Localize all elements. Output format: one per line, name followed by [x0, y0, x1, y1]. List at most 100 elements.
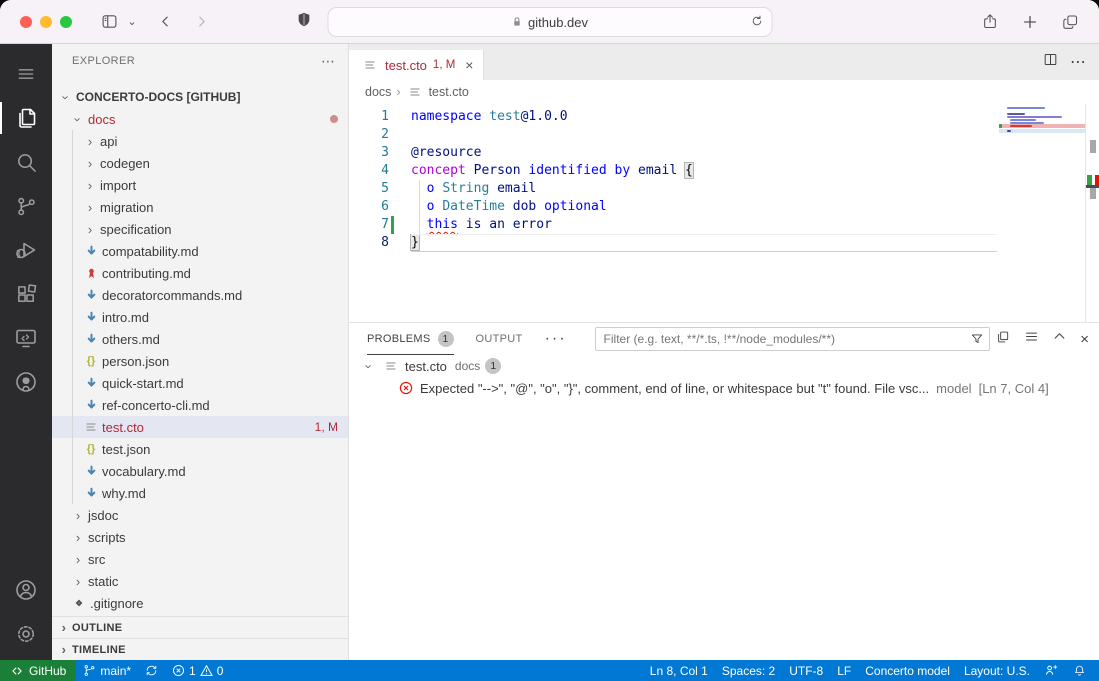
tree-item-vocabulary-md[interactable]: vocabulary.md: [52, 460, 348, 482]
close-window-button[interactable]: [20, 16, 32, 28]
activity-run-debug-icon[interactable]: [0, 228, 52, 272]
back-button[interactable]: [150, 8, 180, 36]
tree-item-intro-md[interactable]: intro.md: [52, 306, 348, 328]
privacy-shield-icon[interactable]: [296, 10, 312, 34]
code-line-4[interactable]: 4concept Person identified by email {: [349, 162, 999, 180]
breadcrumb-folder[interactable]: docs: [365, 85, 391, 99]
tree-item-decoratorcommands-md[interactable]: decoratorcommands.md: [52, 284, 348, 306]
code-line-1[interactable]: 1namespace test@1.0.0: [349, 108, 999, 126]
forward-button[interactable]: [186, 8, 216, 36]
zoom-window-button[interactable]: [60, 16, 72, 28]
status-branch[interactable]: main*: [76, 660, 138, 681]
group-count-badge: 1: [485, 358, 501, 374]
activity-explorer-icon[interactable]: [0, 96, 52, 140]
item-label: codegen: [100, 156, 150, 171]
tree-item-person-json[interactable]: {}person.json: [52, 350, 348, 372]
md-icon: [82, 487, 100, 500]
tree-item-ref-concerto-cli-md[interactable]: ref-concerto-cli.md: [52, 394, 348, 416]
tree-item-api[interactable]: ›api: [52, 130, 348, 152]
new-tab-icon[interactable]: [1015, 8, 1045, 36]
status-notifications[interactable]: [1066, 660, 1093, 681]
tree-item-static[interactable]: ›static: [52, 570, 348, 592]
status-problems-status[interactable]: 10: [165, 660, 230, 681]
problem-error-row[interactable]: Expected "-->", "@", "o", "}", comment, …: [349, 377, 1099, 399]
status-cursor-position[interactable]: Ln 8, Col 1: [643, 660, 715, 681]
tree-item-contributing-md[interactable]: contributing.md: [52, 262, 348, 284]
tree-item-others-md[interactable]: others.md: [52, 328, 348, 350]
tree-item-quick-start-md[interactable]: quick-start.md: [52, 372, 348, 394]
code-line-3[interactable]: 3@resource: [349, 144, 999, 162]
activity-menu-icon[interactable]: [0, 52, 52, 96]
close-panel-icon[interactable]: ×: [1080, 331, 1089, 348]
tree-item-jsdoc[interactable]: ›jsdoc: [52, 504, 348, 526]
address-bar[interactable]: github.dev: [327, 7, 772, 37]
tab-overview-icon[interactable]: [1055, 8, 1085, 36]
activity-remote-explorer-icon[interactable]: [0, 316, 52, 360]
sidebar-chevron-down-icon[interactable]: ⌄: [124, 8, 140, 36]
activity-search-icon[interactable]: [0, 140, 52, 184]
remote-icon: [10, 664, 24, 678]
code-line-2[interactable]: 2: [349, 126, 999, 144]
view-as-table-icon[interactable]: [996, 330, 1010, 349]
tree-item-import[interactable]: ›import: [52, 174, 348, 196]
activity-extensions-icon[interactable]: [0, 272, 52, 316]
activity-github-icon[interactable]: [0, 360, 52, 404]
code-editor[interactable]: 1namespace test@1.0.023@resource4concept…: [349, 104, 1099, 322]
tab-output[interactable]: OUTPUT: [476, 323, 523, 355]
tree-item-migration[interactable]: ›migration: [52, 196, 348, 218]
item-label: ref-concerto-cli.md: [102, 398, 210, 413]
tree-item--gitignore[interactable]: .gitignore: [52, 592, 348, 614]
tree-item-why-md[interactable]: why.md: [52, 482, 348, 504]
editor-more-actions-icon[interactable]: ⋯: [1070, 52, 1087, 72]
status-remote-host[interactable]: GitHub: [0, 660, 76, 681]
tree-item-test-cto[interactable]: test.cto1, M: [52, 416, 348, 438]
share-icon[interactable]: [975, 8, 1005, 36]
collapse-all-icon[interactable]: [1024, 329, 1039, 349]
status-keyboard-layout[interactable]: Layout: U.S.: [957, 660, 1037, 681]
tree-item-test-json[interactable]: {}test.json: [52, 438, 348, 460]
sidebar-toggle-icon[interactable]: [94, 8, 124, 36]
git-icon: [70, 597, 88, 609]
status-feedback[interactable]: [1037, 660, 1066, 681]
tree-item-docs[interactable]: ›docs: [52, 108, 348, 130]
activity-source-control-icon[interactable]: [0, 184, 52, 228]
panel-more-tabs-icon[interactable]: ···: [545, 330, 567, 348]
gutter: [389, 198, 395, 216]
status-language-mode[interactable]: Concerto model: [858, 660, 957, 681]
tab-close-icon[interactable]: ×: [465, 57, 473, 73]
tab-problems[interactable]: PROBLEMS 1: [367, 323, 454, 355]
filter-funnel-icon[interactable]: [970, 332, 984, 346]
minimap-line: [1010, 119, 1036, 121]
tree-item-src[interactable]: ›src: [52, 548, 348, 570]
tree-item-codegen[interactable]: ›codegen: [52, 152, 348, 174]
status-eol[interactable]: LF: [830, 660, 858, 681]
tree-item-concerto-docs-github-[interactable]: ›CONCERTO-DOCS [GITHUB]: [52, 86, 348, 108]
timeline-section[interactable]: ›TIMELINE: [52, 638, 348, 660]
tree-item-specification[interactable]: ›specification: [52, 218, 348, 240]
tree-item-compatability-md[interactable]: compatability.md: [52, 240, 348, 262]
code-line-8[interactable]: 8}: [349, 234, 999, 252]
minimap[interactable]: [999, 104, 1085, 322]
code-line-6[interactable]: 6 o DateTime dob optional: [349, 198, 999, 216]
minimize-window-button[interactable]: [40, 16, 52, 28]
status-indentation[interactable]: Spaces: 2: [715, 660, 782, 681]
status-encoding[interactable]: UTF-8: [782, 660, 830, 681]
explorer-more-actions-icon[interactable]: ⋯: [321, 53, 336, 70]
status-sync[interactable]: [138, 660, 165, 681]
maximize-panel-icon[interactable]: [1053, 330, 1066, 348]
code-line-7[interactable]: 7 this is an error: [349, 216, 999, 234]
reload-icon[interactable]: [750, 14, 763, 31]
activity-account-icon[interactable]: [0, 568, 52, 612]
breadcrumb-file[interactable]: test.cto: [429, 85, 469, 99]
tab-problem-badge: 1, M: [433, 59, 455, 71]
split-editor-icon[interactable]: [1043, 52, 1058, 72]
line-text: o DateTime dob optional: [395, 198, 607, 216]
activity-settings-gear-icon[interactable]: [0, 612, 52, 656]
problems-file-group[interactable]: › test.cto docs 1: [349, 355, 1099, 377]
code-line-5[interactable]: 5 o String email: [349, 180, 999, 198]
overview-ruler[interactable]: [1085, 104, 1099, 322]
outline-section[interactable]: ›OUTLINE: [52, 616, 348, 638]
tab-test-cto[interactable]: test.cto 1, M ×: [349, 50, 484, 80]
problems-filter-input[interactable]: [596, 332, 989, 346]
tree-item-scripts[interactable]: ›scripts: [52, 526, 348, 548]
